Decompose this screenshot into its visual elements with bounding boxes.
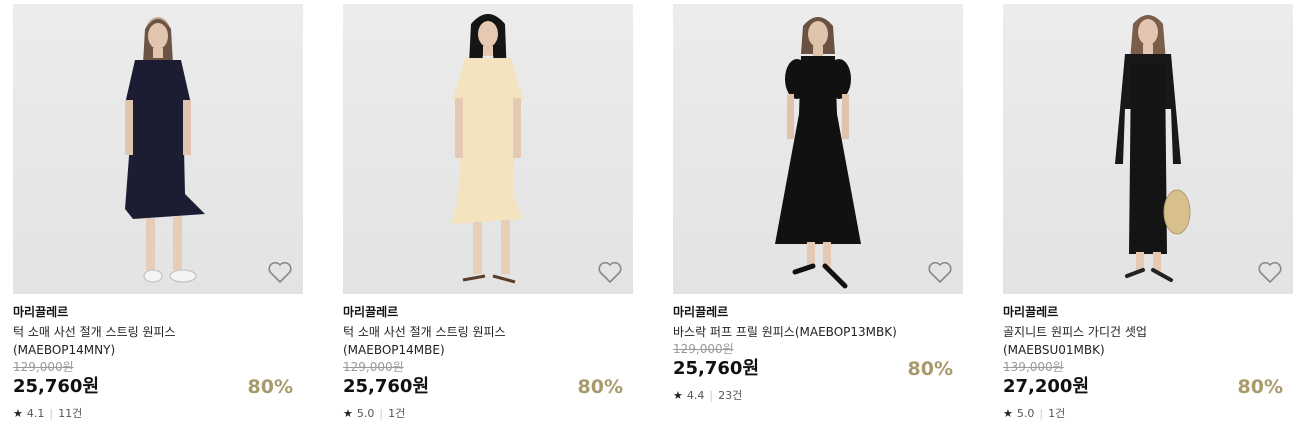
price-row: 25,760원 80%	[343, 374, 633, 400]
rating-score: 4.4	[686, 389, 705, 402]
model-figure	[1115, 15, 1191, 282]
wishlist-heart-icon[interactable]	[267, 260, 293, 284]
star-icon: ★	[13, 407, 23, 420]
discount-rate: 80%	[907, 358, 953, 380]
product-card[interactable]: 마리끌레르 골지니트 원피스 가디건 셋업(MAEBSU01MBK) 139,0…	[1003, 4, 1293, 421]
brand-name[interactable]: 마리끌레르	[343, 304, 633, 320]
price-row: 25,760원 80%	[13, 374, 303, 400]
product-card[interactable]: 마리끌레르 바스락 퍼프 프릴 원피스(MAEBOP13MBK) 129,000…	[673, 4, 963, 403]
product-name[interactable]: 골지니트 원피스 가디건 셋업(MAEBSU01MBK)	[1003, 323, 1248, 359]
product-image[interactable]	[1003, 4, 1293, 294]
product-name[interactable]: 턱 소매 사선 절개 스트링 원피스 (MAEBOP14MBE)	[343, 323, 588, 359]
original-price: 129,000원	[13, 360, 74, 374]
wishlist-heart-icon[interactable]	[1257, 260, 1283, 284]
product-grid: 마리끌레르 턱 소매 사선 절개 스트링 원피스 (MAEBOP14MNY) 1…	[0, 0, 1300, 437]
rating-row: ★ 5.0 | 1건	[343, 407, 633, 421]
product-image[interactable]	[13, 4, 303, 294]
model-figure	[451, 14, 523, 284]
product-name[interactable]: 바스락 퍼프 프릴 원피스(MAEBOP13MBK)	[673, 323, 918, 341]
review-count[interactable]: 23건	[718, 389, 742, 403]
divider: |	[49, 407, 54, 420]
wishlist-heart-icon[interactable]	[597, 260, 623, 284]
discount-rate: 80%	[577, 376, 623, 398]
rating-row: ★ 4.1 | 11건	[13, 407, 303, 421]
brand-name[interactable]: 마리끌레르	[673, 304, 963, 320]
sale-price: 25,760원	[673, 358, 760, 379]
price-row: 27,200원 80%	[1003, 374, 1293, 400]
review-count[interactable]: 1건	[388, 407, 405, 421]
rating-score: 4.1	[26, 407, 45, 420]
divider: |	[379, 407, 384, 420]
rating-score: 5.0	[356, 407, 375, 420]
original-price: 129,000원	[343, 360, 404, 374]
review-count[interactable]: 11건	[58, 407, 82, 421]
price-row: 25,760원 80%	[673, 356, 963, 382]
brand-name[interactable]: 마리끌레르	[13, 304, 303, 320]
product-card[interactable]: 마리끌레르 턱 소매 사선 절개 스트링 원피스 (MAEBOP14MNY) 1…	[13, 4, 303, 421]
divider: |	[1039, 407, 1044, 420]
star-icon: ★	[673, 389, 683, 402]
sale-price: 27,200원	[1003, 376, 1090, 397]
discount-rate: 80%	[1237, 376, 1283, 398]
model-figure	[775, 17, 861, 289]
original-price: 139,000원	[1003, 360, 1064, 374]
original-price: 129,000원	[673, 342, 734, 356]
model-figure	[125, 17, 205, 283]
divider: |	[709, 389, 714, 402]
sale-price: 25,760원	[343, 376, 430, 397]
product-card[interactable]: 마리끌레르 턱 소매 사선 절개 스트링 원피스 (MAEBOP14MBE) 1…	[343, 4, 633, 421]
star-icon: ★	[1003, 407, 1013, 420]
rating-row: ★ 5.0 | 1건	[1003, 407, 1293, 421]
discount-rate: 80%	[247, 376, 293, 398]
product-image[interactable]	[673, 4, 963, 294]
product-image[interactable]	[343, 4, 633, 294]
wishlist-heart-icon[interactable]	[927, 260, 953, 284]
star-icon: ★	[343, 407, 353, 420]
sale-price: 25,760원	[13, 376, 100, 397]
rating-score: 5.0	[1016, 407, 1035, 420]
review-count[interactable]: 1건	[1048, 407, 1065, 421]
rating-row: ★ 4.4 | 23건	[673, 389, 963, 403]
product-name[interactable]: 턱 소매 사선 절개 스트링 원피스 (MAEBOP14MNY)	[13, 323, 258, 359]
brand-name[interactable]: 마리끌레르	[1003, 304, 1293, 320]
